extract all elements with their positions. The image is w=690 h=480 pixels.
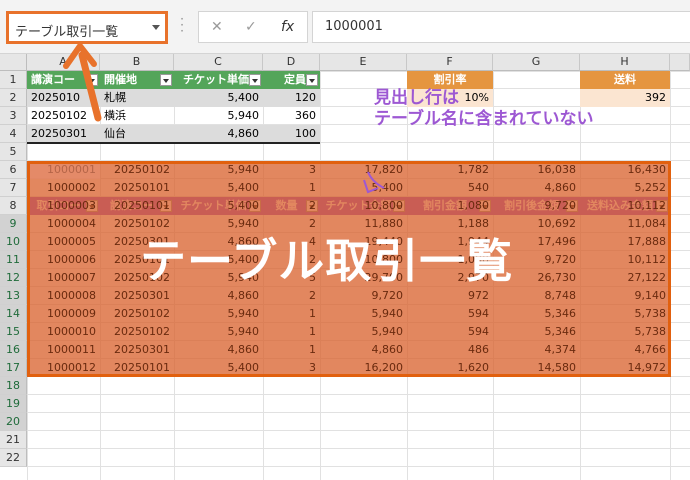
gridline-horizontal (27, 340, 690, 341)
table1-cell[interactable]: 20250102 (27, 107, 100, 125)
column-header-h[interactable]: H (580, 54, 670, 71)
callout-line-2: テーブル名に含まれていない (374, 109, 594, 129)
row-header-2[interactable]: 2 (0, 89, 27, 107)
row-header-18[interactable]: 18 (0, 377, 27, 395)
filter-dropdown-icon[interactable] (249, 200, 261, 212)
column-header-e[interactable]: E (320, 54, 407, 71)
gridline-horizontal (27, 394, 690, 395)
filter-dropdown-icon[interactable] (86, 74, 98, 86)
row-header-16[interactable]: 16 (0, 341, 27, 359)
formula-bar-area: テーブル取引一覧 · · · ✕ ✓ fx 1000001 (0, 0, 690, 54)
row-header-10[interactable]: 10 (0, 233, 27, 251)
formula-value: 1000001 (325, 19, 383, 34)
row-header-19[interactable]: 19 (0, 395, 27, 413)
gridline-vertical (580, 71, 581, 480)
column-header-f[interactable]: F (407, 54, 493, 71)
column-header-a[interactable]: A (27, 54, 100, 71)
filter-dropdown-icon[interactable] (160, 74, 172, 86)
row-header-13[interactable]: 13 (0, 287, 27, 305)
column-header-d[interactable]: D (263, 54, 320, 71)
row-header-3[interactable]: 3 (0, 107, 27, 125)
table1-cell[interactable]: 2025010 (27, 89, 100, 107)
select-all-corner[interactable] (0, 54, 27, 71)
enter-icon[interactable]: ✓ (245, 19, 257, 35)
filter-dropdown-icon[interactable] (86, 200, 98, 212)
chevron-down-icon[interactable] (152, 25, 160, 30)
filter-dropdown-icon[interactable] (249, 74, 261, 86)
gridline-horizontal (27, 178, 690, 179)
table1-cell[interactable]: 横浜 (100, 107, 174, 125)
table1-cell[interactable]: 360 (263, 107, 320, 125)
active-cell-highlight (30, 164, 100, 179)
row-header-17[interactable]: 17 (0, 359, 27, 377)
filter-dropdown-icon[interactable] (306, 200, 318, 212)
gridline-horizontal (27, 358, 690, 359)
more-dots-icon[interactable]: · · · (180, 13, 184, 37)
gridline-horizontal (27, 376, 690, 377)
row-header-8[interactable]: 8 (0, 197, 27, 215)
gridline-vertical (670, 71, 671, 480)
table1-cell[interactable]: 5,400 (174, 89, 263, 107)
row-header-6[interactable]: 6 (0, 161, 27, 179)
name-box[interactable]: テーブル取引一覧 (6, 11, 168, 44)
shipping-header[interactable]: 送料 (580, 71, 670, 89)
formula-tools: ✕ ✓ fx (198, 11, 308, 43)
row-header-15[interactable]: 15 (0, 323, 27, 341)
column-header-b[interactable]: B (100, 54, 174, 71)
header-note-callout: 見出し行は テーブル名に含まれていない (374, 88, 593, 130)
table1-cell[interactable]: 100 (263, 125, 320, 143)
name-box-value: テーブル取引一覧 (15, 25, 119, 40)
column-header-c[interactable]: C (174, 54, 263, 71)
gridline-horizontal (27, 160, 690, 161)
table1-cell[interactable]: 20250301 (27, 125, 100, 143)
filter-dropdown-icon[interactable] (160, 200, 172, 212)
table1-cell[interactable]: 120 (263, 89, 320, 107)
gridline-horizontal (27, 466, 690, 467)
row-header-1[interactable]: 1 (0, 71, 27, 89)
table1-cell[interactable]: 札幌 (100, 89, 174, 107)
table1-cell[interactable]: 4,860 (174, 125, 263, 143)
filter-dropdown-icon[interactable] (566, 200, 578, 212)
row-header-7[interactable]: 7 (0, 179, 27, 197)
row-header-22[interactable]: 22 (0, 449, 27, 467)
filter-dropdown-icon[interactable] (479, 200, 491, 212)
row-header-4[interactable]: 4 (0, 125, 27, 143)
table1-cell[interactable]: 仙台 (100, 125, 174, 143)
discount-rate-header[interactable]: 割引率 (407, 71, 493, 89)
gridline-horizontal (27, 304, 690, 305)
formula-input[interactable]: 1000001 (312, 11, 690, 43)
filter-dropdown-icon[interactable] (393, 200, 405, 212)
row-header-20[interactable]: 20 (0, 413, 27, 431)
table-name-label: テーブル取引一覧 (140, 234, 514, 288)
gridline-horizontal (27, 322, 690, 323)
row-header-11[interactable]: 11 (0, 251, 27, 269)
row-header-12[interactable]: 12 (0, 269, 27, 287)
callout-line-1: 見出し行は (374, 88, 459, 108)
column-header-g[interactable]: G (493, 54, 580, 71)
row-header-14[interactable]: 14 (0, 305, 27, 323)
row-header-9[interactable]: 9 (0, 215, 27, 233)
row-header-5[interactable]: 5 (0, 143, 27, 161)
gridline-horizontal (27, 412, 690, 413)
gridline-horizontal (27, 430, 690, 431)
column-header-extra[interactable] (670, 54, 690, 71)
insert-function-icon[interactable]: fx (281, 19, 294, 35)
shipping-value[interactable]: 392 (580, 89, 670, 107)
table1-bottom-border (27, 142, 320, 144)
filter-dropdown-icon[interactable] (656, 200, 668, 212)
table1-cell[interactable]: 5,940 (174, 107, 263, 125)
row-header-21[interactable]: 21 (0, 431, 27, 449)
cancel-icon[interactable]: ✕ (211, 19, 223, 35)
filter-dropdown-icon[interactable] (306, 74, 318, 86)
gridline-horizontal (27, 448, 690, 449)
